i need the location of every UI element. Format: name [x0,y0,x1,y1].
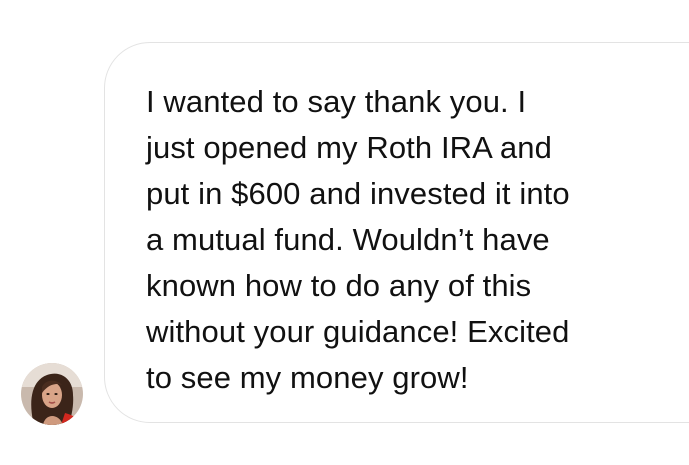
message-text: I wanted to say thank you. I just opened… [146,79,676,401]
message-line: just opened my Roth IRA and [146,130,552,165]
message-line: put in $600 and invested it into [146,176,570,211]
message-line: a mutual fund. Wouldn’t have [146,222,550,257]
message-line: to see my money grow! [146,360,469,395]
sender-avatar[interactable] [21,363,83,425]
message-line: I wanted to say thank you. I [146,84,527,119]
message-line: without your guidance! Excited [146,314,570,349]
message-line: known how to do any of this [146,268,532,303]
chat-thread: I wanted to say thank you. I just opened… [0,0,689,465]
avatar-photo-icon [21,363,83,425]
